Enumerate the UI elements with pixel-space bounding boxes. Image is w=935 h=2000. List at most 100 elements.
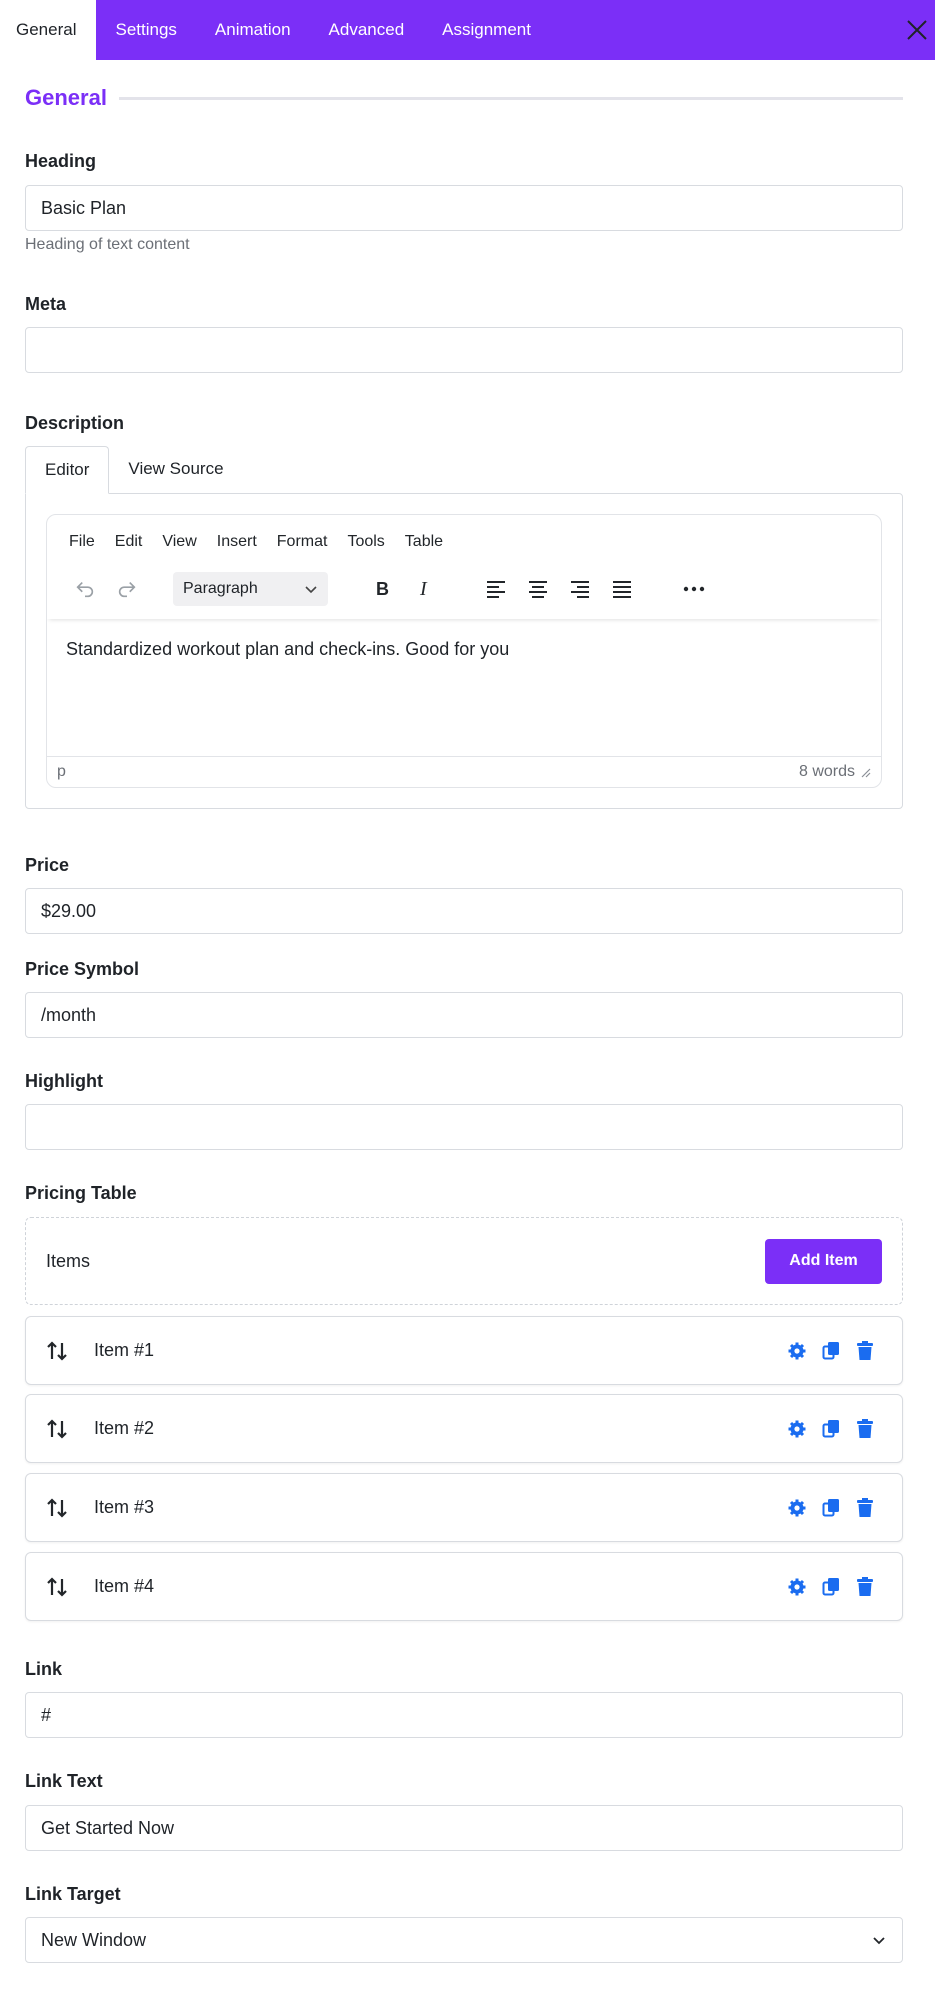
sort-arrows-icon[interactable] (46, 1418, 68, 1440)
tab-settings[interactable]: Settings (96, 0, 195, 60)
gear-icon (788, 1420, 806, 1437)
heading-label: Heading (25, 151, 97, 171)
link-text-input-value: Get Started Now (41, 1817, 175, 1838)
tab-advanced[interactable]: Advanced (310, 0, 424, 60)
meta-input[interactable] (25, 327, 903, 373)
menu-view[interactable]: View (162, 533, 196, 559)
block-format-select[interactable]: Paragraph (173, 572, 328, 606)
item-delete-button[interactable] (848, 1497, 882, 1518)
menu-insert[interactable]: Insert (217, 533, 257, 559)
chevron-down-icon (305, 586, 317, 594)
resize-handle-icon[interactable] (859, 766, 871, 778)
copy-icon (822, 1419, 839, 1437)
close-button[interactable] (899, 12, 935, 48)
price-input[interactable]: $29.00 (25, 888, 903, 934)
description-tabs: Editor View Source (25, 446, 903, 494)
item-settings-button[interactable] (780, 1419, 814, 1439)
item-label: Item #1 (94, 1340, 155, 1360)
list-item: Item #1 (25, 1316, 903, 1385)
menu-table[interactable]: Table (405, 533, 443, 559)
copy-icon (822, 1498, 839, 1516)
tab-animation[interactable]: Animation (196, 0, 310, 60)
more-icon (683, 586, 705, 592)
items-title: Items (46, 1250, 91, 1271)
chevron-down-icon (873, 1937, 885, 1945)
bold-button[interactable]: B (364, 571, 400, 607)
sort-arrows-icon[interactable] (46, 1576, 68, 1598)
items-header: Items Add Item (25, 1217, 903, 1305)
list-item: Item #3 (25, 1473, 903, 1542)
meta-label: Meta (25, 294, 67, 314)
price-label: Price (25, 855, 70, 875)
add-item-button[interactable]: Add Item (765, 1238, 882, 1284)
svg-text:I: I (419, 579, 428, 599)
editor-panel: File Edit View Insert Format Tools Table… (25, 493, 903, 809)
element-path[interactable]: p (57, 763, 66, 781)
item-duplicate-button[interactable] (814, 1577, 848, 1597)
tab-view-source[interactable]: View Source (109, 446, 242, 492)
align-center-button[interactable] (520, 571, 556, 607)
item-actions (780, 1497, 882, 1518)
tab-assignment[interactable]: Assignment (423, 0, 550, 60)
link-target-select[interactable]: New Window (25, 1917, 903, 1963)
link-input-value: # (41, 1704, 52, 1725)
price-symbol-input[interactable]: /month (25, 992, 903, 1038)
align-left-button[interactable] (478, 571, 514, 607)
item-duplicate-button[interactable] (814, 1498, 848, 1518)
menu-format[interactable]: Format (277, 533, 328, 559)
item-settings-button[interactable] (780, 1498, 814, 1518)
editor-text: Standardized workout plan and check-ins.… (66, 639, 510, 659)
more-button[interactable] (676, 571, 712, 607)
item-settings-button[interactable] (780, 1341, 814, 1361)
undo-icon (76, 581, 94, 598)
italic-button[interactable]: I (406, 571, 442, 607)
align-right-button[interactable] (562, 571, 598, 607)
link-input[interactable]: # (25, 1692, 903, 1738)
copy-icon (822, 1577, 839, 1595)
item-label: Item #4 (94, 1576, 155, 1596)
item-duplicate-button[interactable] (814, 1419, 848, 1439)
item-delete-button[interactable] (848, 1418, 882, 1439)
item-delete-button[interactable] (848, 1340, 882, 1361)
align-center-icon (529, 581, 547, 598)
align-justify-icon (613, 581, 631, 598)
item-duplicate-button[interactable] (814, 1341, 848, 1361)
description-editor-wrapper: Editor View Source File Edit View Insert… (25, 446, 903, 809)
item-label: Item #2 (94, 1418, 155, 1438)
link-target-value: New Window (41, 1929, 147, 1950)
item-label: Item #3 (94, 1497, 155, 1517)
item-delete-button[interactable] (848, 1576, 882, 1597)
svg-text:B: B (376, 579, 389, 599)
item-settings-button[interactable] (780, 1577, 814, 1597)
sort-arrows-icon[interactable] (46, 1340, 68, 1362)
rich-text-editor: File Edit View Insert Format Tools Table… (46, 514, 882, 788)
heading-input-value: Basic Plan (41, 197, 127, 218)
sort-arrows-icon[interactable] (46, 1497, 68, 1519)
tab-general[interactable]: General (0, 0, 97, 60)
align-justify-button[interactable] (604, 571, 640, 607)
description-label: Description (25, 413, 125, 433)
editor-menubar: File Edit View Insert Format Tools Table (47, 515, 881, 559)
close-icon (907, 20, 927, 40)
menu-file[interactable]: File (69, 533, 95, 559)
highlight-input[interactable] (25, 1104, 903, 1150)
block-format-value: Paragraph (183, 580, 258, 597)
list-item: Item #4 (25, 1552, 903, 1621)
bold-icon: B (376, 579, 389, 599)
heading-input[interactable]: Basic Plan (25, 185, 903, 231)
link-text-input[interactable]: Get Started Now (25, 1805, 903, 1851)
menu-tools[interactable]: Tools (347, 533, 384, 559)
copy-icon (822, 1341, 839, 1359)
align-right-icon (571, 581, 589, 598)
redo-button[interactable] (109, 571, 145, 607)
trash-icon (857, 1497, 873, 1517)
item-actions (780, 1340, 882, 1361)
redo-icon (118, 581, 136, 598)
italic-icon: I (419, 579, 428, 599)
tab-editor[interactable]: Editor (25, 446, 110, 494)
item-actions (780, 1576, 882, 1597)
menu-edit[interactable]: Edit (115, 533, 143, 559)
editor-content[interactable]: Standardized workout plan and check-ins.… (47, 619, 881, 756)
undo-button[interactable] (67, 571, 103, 607)
highlight-label: Highlight (25, 1071, 103, 1091)
